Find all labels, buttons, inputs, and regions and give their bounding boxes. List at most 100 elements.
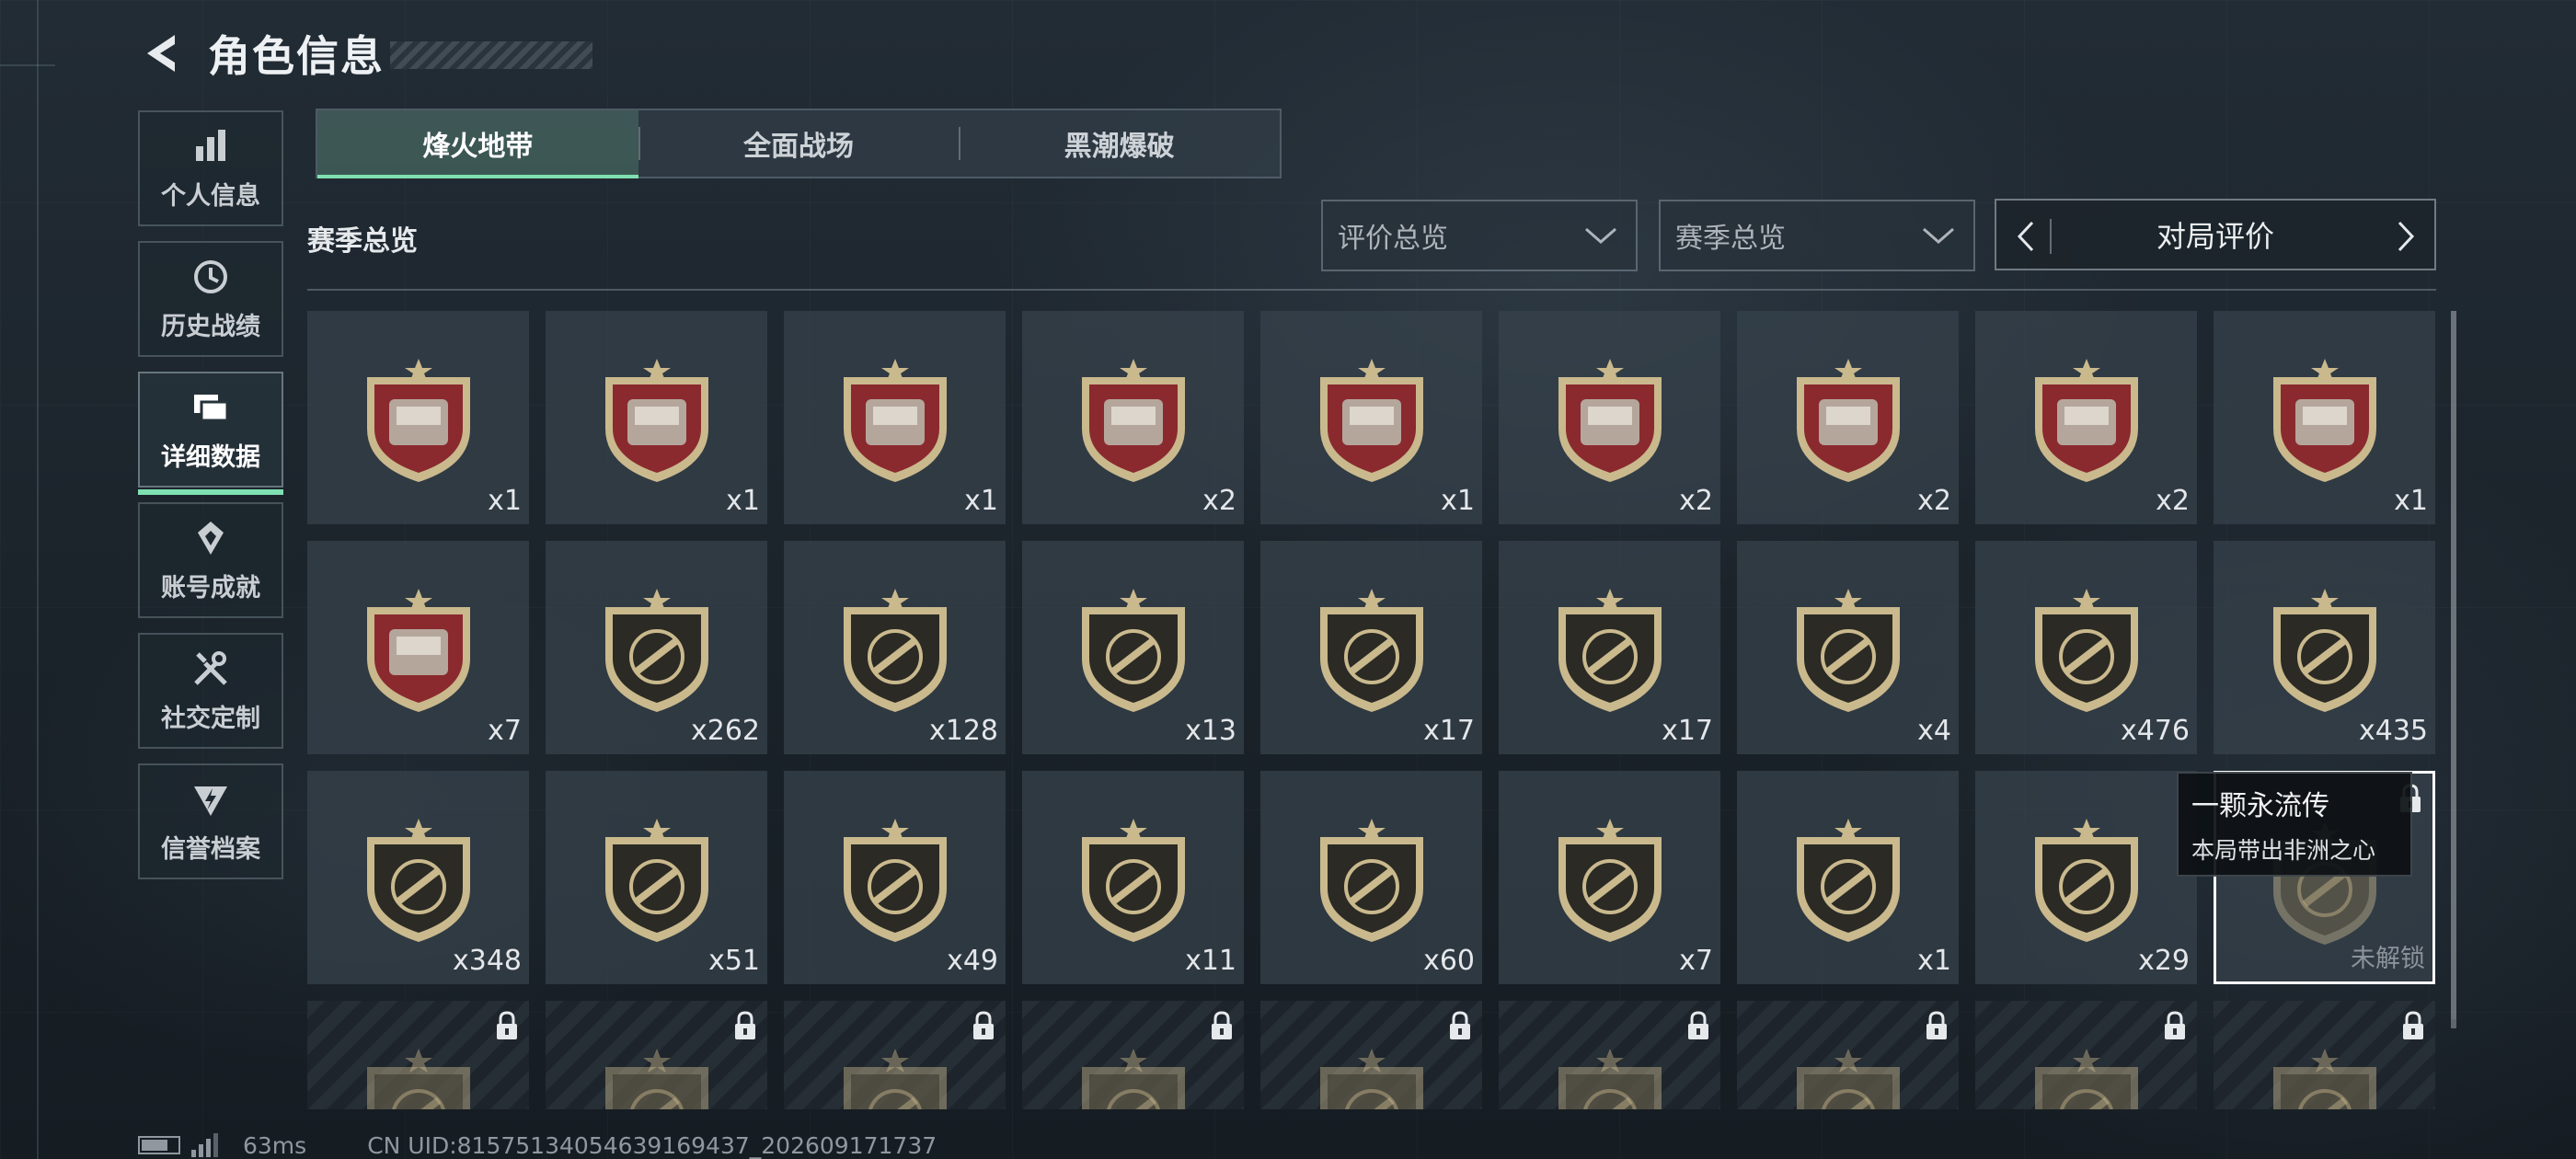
badge-count: x128 — [928, 715, 998, 747]
locked-status-text: 未解锁 — [2351, 945, 2425, 973]
badge-cell[interactable] — [1022, 1001, 1244, 1109]
status-bar: 63ms CN UID:815751340546391694​37_202609… — [138, 1131, 937, 1159]
badge-cell[interactable]: x2 — [1737, 311, 1959, 524]
sidebar-item-label: 账号成就 — [161, 573, 260, 602]
page-title: 角色信息 — [208, 31, 385, 81]
section-title: 赛季总览 — [307, 225, 418, 258]
sidebar-item-label: 个人信息 — [161, 181, 260, 211]
frame-line-top — [0, 64, 55, 66]
badge-cell[interactable]: x49 — [784, 771, 1006, 984]
badge-cell[interactable] — [1260, 1001, 1482, 1109]
battery-pack-icon — [1319, 359, 1423, 482]
chevron-down-icon — [1923, 227, 1954, 244]
badge-cell[interactable] — [546, 1001, 767, 1109]
tools-icon — [194, 650, 227, 685]
page-header: 角色信息 — [138, 26, 592, 81]
badge-count: x2 — [2156, 485, 2190, 517]
badge-tooltip: 一颗永流传 本局带出非洲之心 — [2177, 772, 2412, 877]
sidebar-item-achievements[interactable]: 账号成就 — [138, 502, 283, 618]
smg-icon — [843, 589, 947, 712]
section-divider — [307, 289, 2436, 291]
laurel-emblem-icon — [366, 819, 470, 942]
badge-cell[interactable]: x2 — [1022, 311, 1244, 524]
operator-dark-icon — [2272, 1049, 2376, 1109]
badge-cell[interactable]: x51 — [546, 771, 767, 984]
grid-scrollbar[interactable] — [2451, 311, 2456, 1028]
badge-cell[interactable]: x435 — [2214, 541, 2435, 754]
masked-operator-icon — [1796, 819, 1900, 942]
toolbox-icon — [1081, 1049, 1185, 1109]
badge-cell[interactable]: x29 — [1975, 771, 2197, 984]
sidebar-item-reputation[interactable]: 信誉档案 — [138, 763, 283, 879]
back-arrow-icon[interactable] — [138, 29, 186, 77]
badge-cell[interactable]: x7 — [1499, 771, 1720, 984]
badge-cell[interactable] — [1737, 1001, 1959, 1109]
sidebar-item-history[interactable]: 历史战绩 — [138, 241, 283, 357]
badge-count: x348 — [452, 945, 522, 977]
badge-cell[interactable] — [307, 1001, 529, 1109]
badge-count: x4 — [1917, 715, 1951, 747]
badge-cell[interactable]: x128 — [784, 541, 1006, 754]
badge-count: x11 — [1185, 945, 1236, 977]
tab-mode-2[interactable]: 全面战场 — [638, 110, 960, 177]
reactor-icon — [604, 1049, 708, 1109]
lock-icon — [2403, 1011, 2423, 1039]
chevron-down-icon — [1585, 227, 1616, 244]
sidebar-item-label: 社交定制 — [161, 704, 260, 733]
badge-cell[interactable] — [2214, 1001, 2435, 1109]
badge-cell[interactable]: x262 — [546, 541, 767, 754]
badge-cell[interactable]: x1 — [546, 311, 767, 524]
badge-cell[interactable]: x2 — [1499, 311, 1720, 524]
scrollbar-thumb[interactable] — [2451, 311, 2456, 1028]
badge-cell[interactable]: x7 — [307, 541, 529, 754]
chevron-left-icon[interactable] — [2011, 219, 2052, 254]
badge-cell[interactable]: x476 — [1975, 541, 2197, 754]
medical-station-icon — [604, 359, 708, 482]
sidebar-item-personal-info[interactable]: 个人信息 — [138, 110, 283, 226]
tab-mode-3[interactable]: 黑潮爆破 — [959, 110, 1280, 177]
badge-cell[interactable]: x17 — [1499, 541, 1720, 754]
overview-dropdown[interactable]: 评价总览 — [1321, 200, 1638, 271]
operator-dark-icon — [2034, 1049, 2138, 1109]
badge-cell[interactable]: x348 — [307, 771, 529, 984]
rating-selector-label: 对局评价 — [2156, 219, 2274, 254]
badge-cell[interactable]: x13 — [1022, 541, 1244, 754]
badge-cell[interactable]: x1 — [1737, 771, 1959, 984]
badge-count: x1 — [1441, 485, 1475, 517]
lock-icon — [2165, 1011, 2185, 1039]
badge-count: x435 — [2358, 715, 2428, 747]
sidebar-item-social[interactable]: 社交定制 — [138, 633, 283, 749]
badge-cell[interactable]: x17 — [1260, 541, 1482, 754]
badge-cell[interactable] — [1499, 1001, 1720, 1109]
badge-cell[interactable] — [784, 1001, 1006, 1109]
circuit-board-icon — [1558, 359, 1662, 482]
ping-text: 63ms — [243, 1131, 307, 1159]
badge-count: x29 — [2138, 945, 2190, 977]
badge-count: x2 — [1679, 485, 1713, 517]
badge-cell[interactable]: x1 — [1260, 311, 1482, 524]
badge-cell[interactable]: x1 — [2214, 311, 2435, 524]
sniper-rifle-icon — [1796, 589, 1900, 712]
server-panel-icon — [843, 359, 947, 482]
uid-text: CN UID:815751340546391694​37_20260917173… — [367, 1131, 937, 1159]
sidebar-item-detailed-data[interactable]: 详细数据 — [138, 372, 283, 495]
explosion-icon — [2272, 589, 2376, 712]
rating-selector: 对局评价 — [1995, 199, 2436, 270]
badge-cell[interactable]: x2 — [1975, 311, 2197, 524]
fisherman-icon — [843, 819, 947, 942]
badge-cell[interactable] — [1975, 1001, 2197, 1109]
season-dropdown[interactable]: 赛季总览 — [1659, 200, 1975, 271]
framed-painting-icon — [2272, 359, 2376, 482]
badge-cell[interactable]: x60 — [1260, 771, 1482, 984]
badge-count: x2 — [1917, 485, 1951, 517]
badge-cell[interactable]: x11 — [1022, 771, 1244, 984]
badge-cell[interactable]: x1 — [784, 311, 1006, 524]
badge-cell[interactable]: x1 — [307, 311, 529, 524]
badge-count: x1 — [726, 485, 760, 517]
tab-mode-1[interactable]: 烽火地带 — [317, 110, 638, 178]
clock-history-icon — [194, 259, 227, 293]
dropdown-value: 评价总览 — [1338, 223, 1448, 255]
operator-portrait-icon — [1558, 819, 1662, 942]
badge-cell[interactable]: x4 — [1737, 541, 1959, 754]
chevron-right-icon[interactable] — [2392, 219, 2420, 254]
